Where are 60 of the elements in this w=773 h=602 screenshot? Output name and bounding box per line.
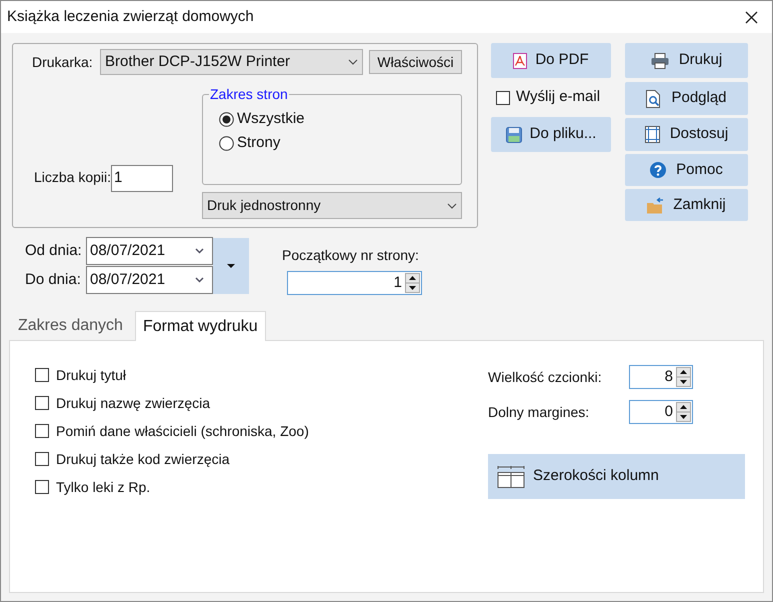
chevron-down-icon [195, 248, 204, 254]
number-spinbox[interactable]: 8 [629, 365, 693, 389]
option-label: Drukuj tytuł [56, 366, 126, 385]
action-button[interactable]: Dostosuj [625, 118, 748, 151]
radio-button[interactable] [219, 112, 234, 126]
tab[interactable]: Format wydruku [134, 311, 266, 341]
action-button[interactable]: Podgląd [625, 82, 748, 115]
setting-label: Wielkość czcionki: [488, 368, 603, 386]
document-magnifier-icon [646, 90, 662, 108]
folder-arrow-icon [647, 196, 664, 214]
checkbox[interactable] [35, 396, 49, 410]
spin-arrows-icon[interactable] [676, 367, 691, 387]
date-label: Od dnia: [25, 240, 83, 261]
setting-label: Dolny margines: [488, 402, 590, 422]
action-button[interactable]: Pomoc [625, 154, 748, 186]
start-page-spinbox[interactable]: 1 [287, 271, 422, 295]
chevron-down-icon [348, 59, 358, 65]
action-button[interactable]: Zamknij [625, 189, 748, 221]
option-label: Pomiń dane właścicieli (schroniska, Zoo) [56, 422, 309, 441]
email-checkbox-label: Wyślij e-mail [516, 87, 600, 108]
copies-label: Liczba kopii: [34, 168, 112, 187]
pdf-icon [513, 52, 528, 68]
spin-arrows-icon[interactable] [405, 273, 420, 293]
printer-label: Drukarka: [32, 52, 94, 72]
caret-down-icon [227, 264, 235, 268]
action-button[interactable]: Do pliku... [491, 117, 611, 152]
date-picker[interactable]: 08/07/2021 [86, 237, 213, 265]
printer-icon [650, 52, 669, 68]
columns-icon [497, 466, 525, 488]
option-label: Drukuj nazwę zwierzęcia [56, 394, 210, 413]
option-label: Tylko leki z Rp. [56, 478, 150, 497]
chevron-down-icon [195, 277, 204, 283]
spin-arrows-icon[interactable] [676, 402, 691, 422]
date-label: Do dnia: [25, 270, 82, 290]
column-widths-button[interactable]: Szerokości kolumn [488, 454, 745, 499]
checkbox[interactable] [35, 424, 49, 438]
checkbox[interactable] [35, 452, 49, 466]
checkbox[interactable] [35, 480, 49, 494]
tab[interactable]: Zakres danych [9, 312, 132, 340]
checkbox[interactable] [496, 90, 510, 104]
properties-button[interactable]: Właściwości [369, 50, 462, 74]
window-title: Książka leczenia zwierząt domowych [7, 6, 254, 27]
checkbox[interactable] [35, 368, 49, 382]
duplex-dropdown[interactable]: Druk jednostronny [202, 192, 462, 219]
radio-button[interactable] [219, 136, 234, 150]
group-title: Zakres stron [209, 85, 289, 104]
chevron-down-icon [447, 202, 457, 208]
help-icon [650, 162, 666, 178]
page-layout-icon [644, 126, 660, 143]
number-spinbox[interactable]: 0 [629, 400, 693, 424]
copies-field[interactable]: 1 [111, 165, 174, 192]
radio-label: Strony [237, 132, 280, 153]
start-page-label: Początkowy nr strony: [282, 246, 420, 265]
printer-dropdown[interactable]: Brother DCP-J152W Printer [100, 49, 363, 75]
close-icon[interactable] [745, 10, 758, 24]
action-button[interactable]: Drukuj [625, 43, 748, 78]
action-button[interactable]: Do PDF [491, 43, 611, 78]
date-picker[interactable]: 08/07/2021 [86, 266, 213, 294]
option-label: Drukuj także kod zwierzęcia [56, 450, 230, 469]
radio-label: Wszystkie [237, 108, 304, 129]
